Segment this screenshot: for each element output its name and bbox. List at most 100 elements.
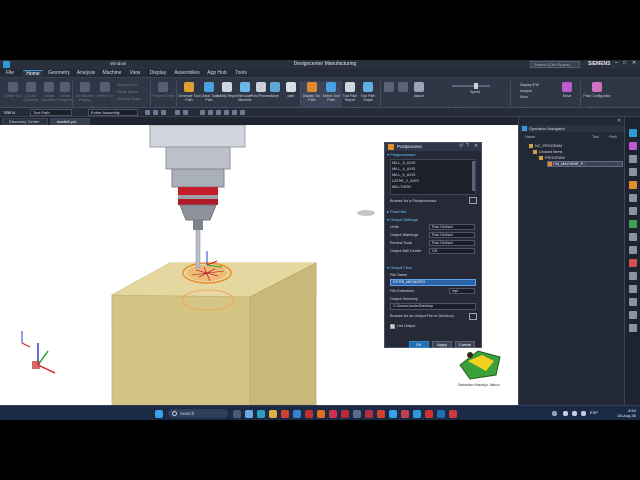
maximize-button[interactable]: □ [623, 60, 626, 66]
roles-tab-icon[interactable] [629, 220, 637, 228]
app-icon-5[interactable] [353, 410, 361, 418]
app-icon-2[interactable] [317, 410, 325, 418]
filter-icon[interactable] [153, 110, 158, 115]
tab-geometry[interactable]: Geometry [47, 70, 71, 78]
point-icon[interactable] [161, 110, 166, 115]
apply-button[interactable]: Apply [432, 341, 452, 348]
tab-tools[interactable]: Tools [233, 70, 249, 78]
battery-icon[interactable] [581, 411, 586, 416]
wifi-icon[interactable] [563, 411, 568, 416]
view-icon[interactable] [200, 110, 205, 115]
app-icon-9[interactable] [401, 410, 409, 418]
program-order-button[interactable]: Program Order [151, 81, 175, 107]
ribbon-small-remove-axis[interactable]: Remove Axis [117, 83, 137, 87]
tab-assemblies[interactable]: Assemblies [173, 70, 201, 78]
task-view-icon[interactable] [233, 410, 241, 418]
attach-button[interactable]: Attach [408, 81, 430, 107]
method-tab-icon[interactable] [629, 181, 637, 189]
tool-tab-icon[interactable] [629, 194, 637, 202]
close-button[interactable]: ✕ [632, 60, 636, 66]
browse-post-folder-icon[interactable] [469, 197, 477, 204]
move-button[interactable]: Move [556, 81, 578, 107]
settings-tab-icon[interactable] [629, 311, 637, 319]
tab-model1[interactable]: model1.prt [50, 118, 90, 125]
more-display-button[interactable]: More [520, 95, 528, 99]
cancel-button[interactable]: Cancel [455, 341, 475, 348]
app-icon-7[interactable] [377, 410, 385, 418]
app-icon-10[interactable] [413, 410, 421, 418]
tab-app-hub[interactable]: App Hub [206, 70, 228, 78]
section-post-hint[interactable]: ▸ Post Hint [387, 209, 479, 215]
column-path[interactable]: Path [609, 135, 617, 139]
dialog-close-icon[interactable]: ✕ [474, 143, 478, 149]
tab-machine[interactable]: Machine [101, 70, 123, 78]
system-clock[interactable]: 8:54 28-Aug-36 [604, 408, 636, 418]
panel-pin-icon[interactable]: ✕ [617, 118, 621, 124]
widgets-icon[interactable] [245, 410, 253, 418]
reset-icon[interactable]: ↺ [459, 143, 463, 149]
ribbon-small-machine-shape[interactable]: Machine Shape [117, 97, 141, 101]
rotate-icon[interactable] [232, 110, 237, 115]
zoom-icon[interactable] [216, 110, 221, 115]
tab-discovery-center[interactable]: Discovery Center [2, 118, 48, 125]
start-icon[interactable] [155, 410, 163, 418]
undo-icon[interactable] [175, 110, 180, 115]
analyze-button[interactable]: Analyze [520, 89, 532, 93]
output-directory-input[interactable]: C:\Users\Jander\Desktop [390, 303, 476, 310]
post-list-scrollbar[interactable] [472, 161, 475, 191]
app-icon-8[interactable] [389, 410, 397, 418]
minimize-button[interactable]: – [615, 60, 618, 66]
geometry-tab-icon[interactable] [629, 155, 637, 163]
reuse-tab-icon[interactable] [629, 233, 637, 241]
file-explorer-icon[interactable] [269, 410, 277, 418]
machine-tab-icon[interactable] [629, 142, 637, 150]
app-icon-12[interactable] [449, 410, 457, 418]
part-tab-icon[interactable] [629, 207, 637, 215]
app-icon-11[interactable] [425, 410, 433, 418]
taskbar-search-input[interactable]: Search [168, 409, 228, 418]
tool-path-graph-button[interactable]: Tool Path Graph [357, 81, 379, 107]
chrome-icon[interactable] [281, 410, 289, 418]
display-ipw-button[interactable]: Display IPW [520, 83, 539, 87]
shade-icon[interactable] [240, 110, 245, 115]
palette-tab-icon[interactable] [629, 259, 637, 267]
list-output-checkbox[interactable]: ✓ [390, 324, 395, 329]
tree-item-operation[interactable]: CM_MACHINE_P... [553, 161, 586, 167]
tray-chevron-icon[interactable] [552, 411, 557, 416]
language-indicator[interactable]: ESP [590, 410, 598, 415]
type-filter-select[interactable]: Tool Path [30, 109, 72, 116]
file-extension-input[interactable]: mpf [449, 288, 475, 294]
rewind-button[interactable] [382, 81, 394, 107]
column-tool[interactable]: Tool [592, 135, 599, 139]
web-tab-icon[interactable] [629, 246, 637, 254]
column-name[interactable]: Name [525, 135, 535, 139]
help-icon[interactable]: ? [466, 143, 469, 149]
units-select[interactable]: Post Defined [429, 224, 475, 230]
section-output-files[interactable]: ▾ Output Files [387, 265, 479, 271]
speed-slider-thumb[interactable] [474, 83, 478, 89]
browse-output-folder-icon[interactable] [469, 313, 477, 320]
tab-analysis[interactable]: Analysis [75, 70, 97, 78]
tab-view[interactable]: View [127, 70, 143, 78]
pan-icon[interactable] [224, 110, 229, 115]
tab-file[interactable]: File [3, 70, 17, 78]
window-menu[interactable]: Window [110, 61, 126, 66]
snap-icon[interactable] [145, 110, 150, 115]
menu-button[interactable]: Menu [4, 109, 15, 116]
history-tab-icon[interactable] [629, 168, 637, 176]
ball-center-select[interactable]: Off [429, 248, 475, 254]
ribbon-small-merge[interactable]: Merge Button [117, 90, 138, 94]
visual-tab-icon[interactable] [629, 285, 637, 293]
help-tab-icon[interactable] [629, 324, 637, 332]
review-tools-select[interactable]: Post Defined [429, 240, 475, 246]
scope-select[interactable]: Entire Assembly [88, 109, 138, 116]
ok-button[interactable]: OK [409, 341, 429, 348]
post-configurator-button[interactable]: Post Configurator [582, 81, 612, 107]
section-output-settings[interactable]: ▾ Output Settings [387, 217, 479, 223]
file-name-input[interactable]: ESTIR_MEJAORO [390, 279, 476, 286]
app-icon-6[interactable] [365, 410, 373, 418]
navigator-tab-icon[interactable] [629, 129, 637, 137]
app-icon-4[interactable] [341, 410, 349, 418]
layer-icon[interactable] [208, 110, 213, 115]
path-button[interactable]: path [280, 81, 302, 107]
